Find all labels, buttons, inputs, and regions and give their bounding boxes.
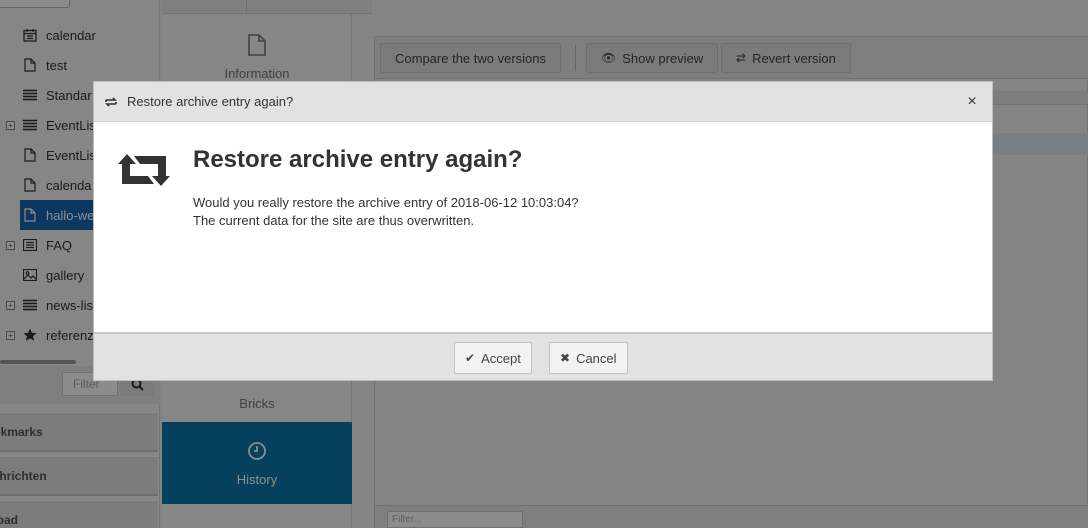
dialog-footer: ✔ Accept ✖ Cancel	[94, 332, 992, 380]
restore-dialog: Restore archive entry again? × Restore a…	[93, 81, 993, 381]
button-label: Cancel	[576, 350, 617, 366]
close-icon[interactable]: ×	[962, 92, 982, 112]
dialog-body: Restore archive entry again? Would you r…	[94, 122, 992, 332]
button-label: Accept	[481, 350, 521, 366]
dialog-message-line2: The current data for the site are thus o…	[193, 213, 475, 228]
dialog-title: Restore archive entry again?	[127, 94, 294, 109]
dialog-heading: Restore archive entry again?	[193, 146, 523, 173]
dialog-message-line1: Would you really restore the archive ent…	[193, 195, 579, 210]
close-icon: ✖	[560, 351, 571, 365]
dialog-header: Restore archive entry again? ×	[94, 82, 992, 122]
accept-button[interactable]: ✔ Accept	[454, 342, 532, 374]
check-icon: ✔	[465, 351, 476, 365]
restore-icon	[105, 97, 117, 107]
retweet-icon	[118, 154, 170, 186]
cancel-button[interactable]: ✖ Cancel	[549, 342, 628, 374]
